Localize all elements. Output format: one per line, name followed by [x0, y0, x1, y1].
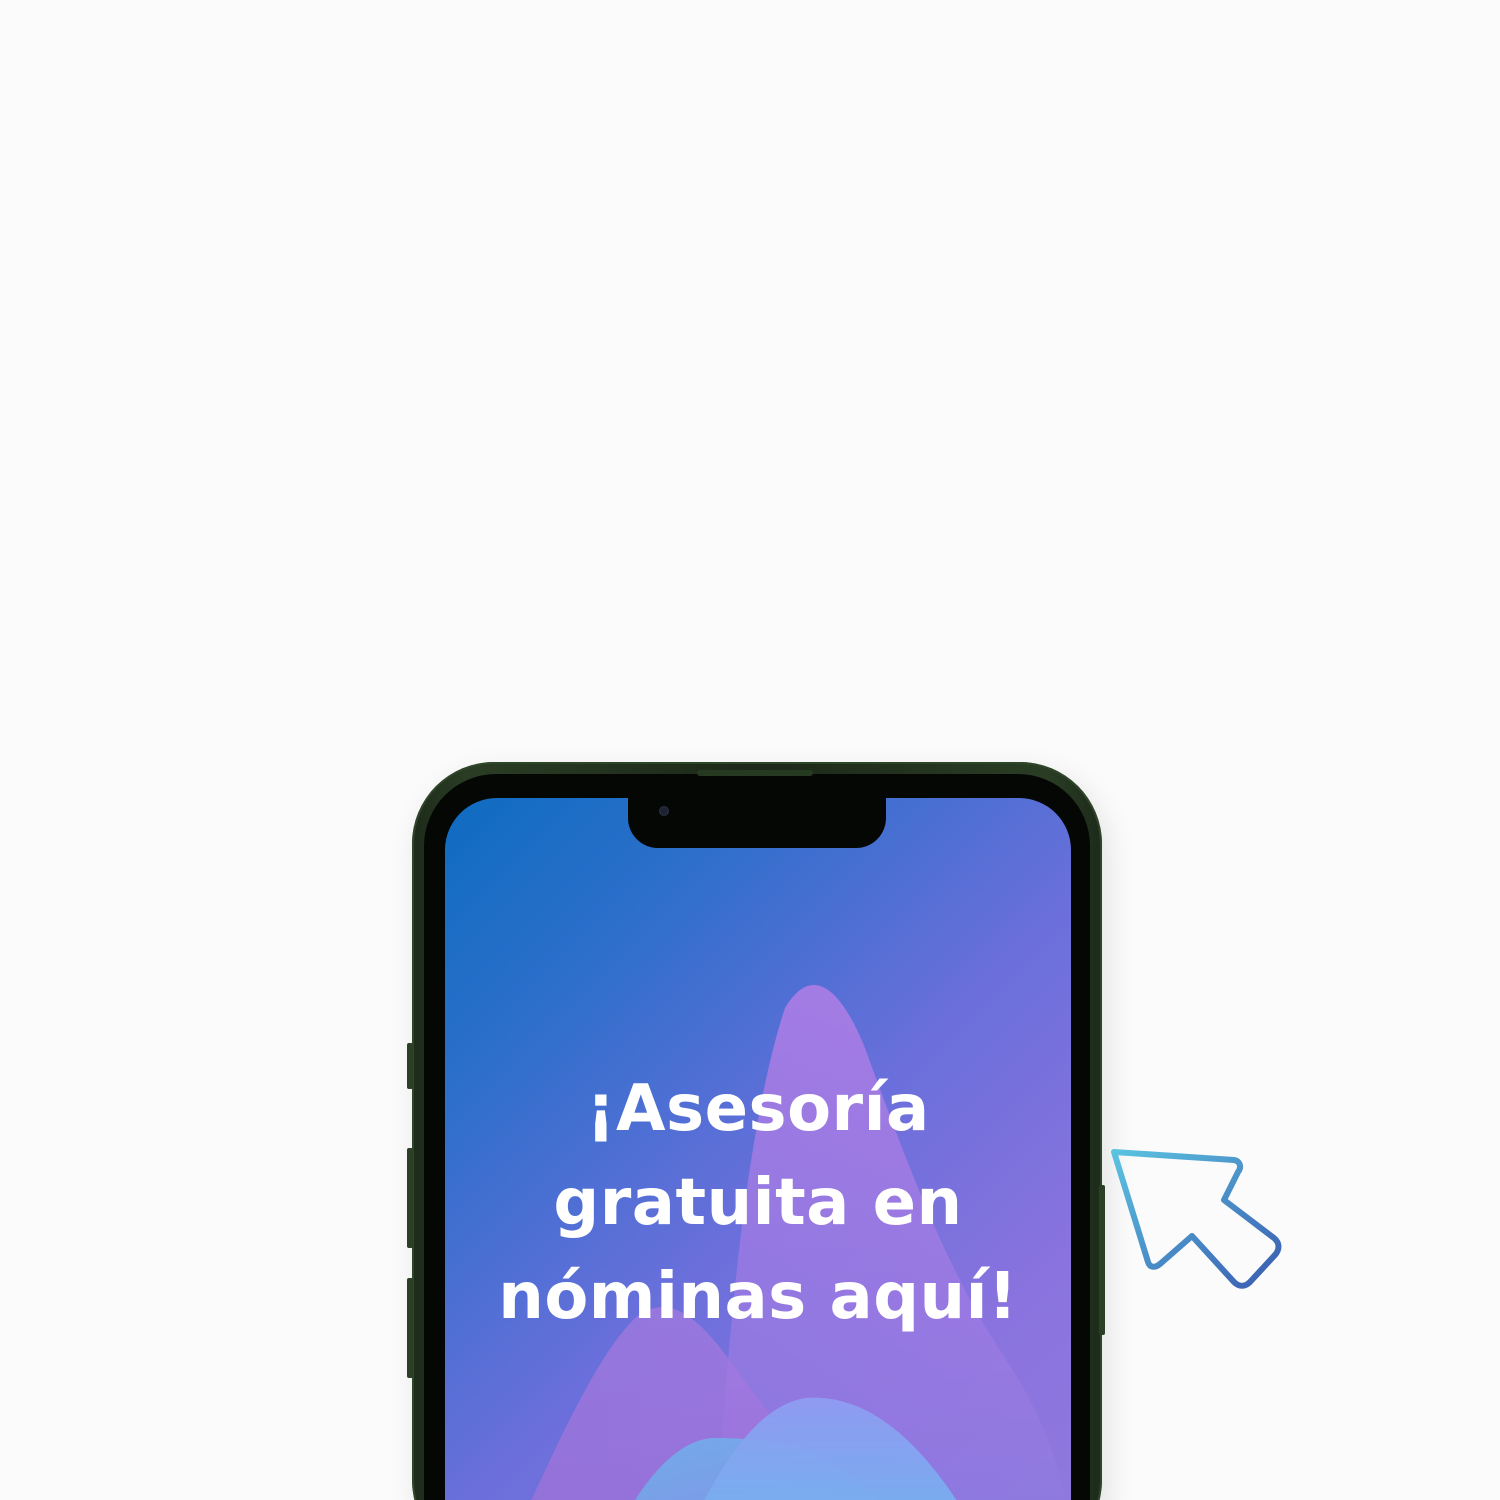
front-camera-icon [660, 807, 668, 815]
earpiece-speaker [697, 770, 813, 776]
promo-headline[interactable]: ¡Asesoría gratuita en nóminas aquí! [445, 1062, 1071, 1344]
phone-notch [628, 790, 886, 848]
silent-switch [407, 1043, 413, 1089]
headline-line-1: ¡Asesoría [586, 1072, 930, 1146]
canvas: ¡Asesoría gratuita en nóminas aquí! [0, 0, 1500, 1500]
headline-line-2: gratuita en [553, 1166, 963, 1240]
volume-up-button [407, 1148, 413, 1248]
pointer-arrow-icon [1111, 1149, 1282, 1289]
headline-line-3: nóminas aquí! [498, 1260, 1018, 1334]
volume-down-button [407, 1278, 413, 1378]
